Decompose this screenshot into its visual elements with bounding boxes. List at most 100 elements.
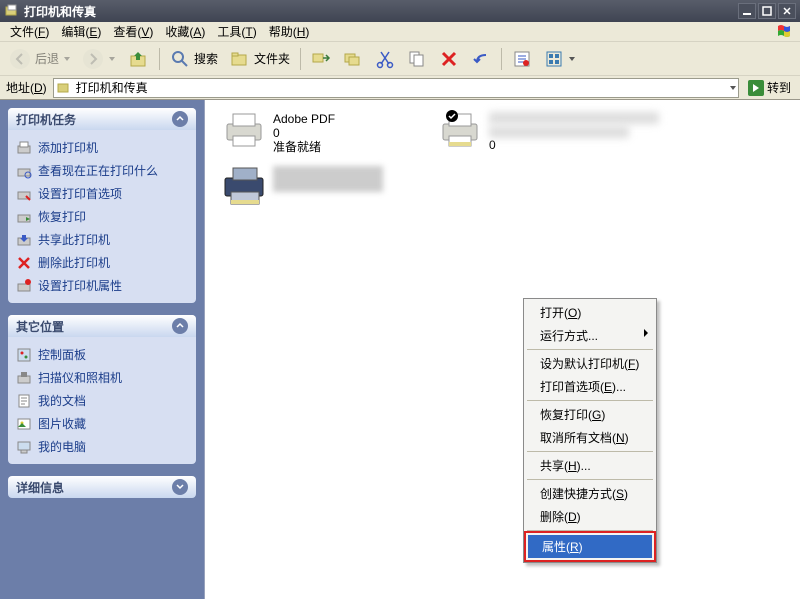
- menu-tools[interactable]: 工具(T): [211, 21, 262, 42]
- search-button[interactable]: 搜索: [165, 46, 223, 72]
- printer-item[interactable]: Adobe PDF 0 准备就绪: [223, 112, 335, 154]
- panel-title: 详细信息: [16, 479, 64, 496]
- undo-button[interactable]: [466, 46, 496, 72]
- forward-button: [77, 46, 120, 72]
- address-label: 地址(D): [4, 79, 49, 96]
- delete-button[interactable]: [434, 46, 464, 72]
- panel-printer-tasks: 打印机任务 添加打印机 查看现在正在打印什么 设置打印首选项 恢复打印 共享此打…: [8, 108, 196, 303]
- highlight-box: 属性(R): [524, 531, 656, 562]
- chevron-down-icon: [569, 57, 575, 61]
- folders-button[interactable]: 文件夹: [225, 46, 295, 72]
- place-pictures[interactable]: 图片收藏: [16, 412, 188, 435]
- printer-status: 准备就绪: [273, 140, 335, 154]
- panel-title: 打印机任务: [16, 111, 76, 128]
- cut-button[interactable]: [370, 46, 400, 72]
- toolbar: 后退 搜索 文件夹: [0, 42, 800, 76]
- place-control-panel[interactable]: 控制面板: [16, 343, 188, 366]
- back-label: 后退: [35, 50, 59, 67]
- printer-meta: XXXXXXXXXXXXXX XXXX 0: [489, 112, 659, 152]
- chevron-down-icon: [109, 57, 115, 61]
- expand-icon: [172, 479, 188, 495]
- printer-count: 0: [273, 126, 335, 140]
- close-button[interactable]: [778, 3, 796, 19]
- separator: [527, 349, 653, 350]
- separator: [501, 48, 502, 70]
- menu-bar: 文件(F) 编辑(E) 查看(V) 收藏(A) 工具(T) 帮助(H): [0, 22, 800, 42]
- ctx-open[interactable]: 打开(O): [526, 301, 654, 324]
- printer-item-selected[interactable]: XXXXX: [223, 166, 403, 192]
- address-bar: 地址(D) 打印机和传真 转到: [0, 76, 800, 100]
- separator: [159, 48, 160, 70]
- content-area: 打印机任务 添加打印机 查看现在正在打印什么 设置打印首选项 恢复打印 共享此打…: [0, 100, 800, 599]
- ctx-properties[interactable]: 属性(R): [528, 535, 652, 558]
- collapse-icon: [172, 111, 188, 127]
- ctx-preferences[interactable]: 打印首选项(E)...: [526, 375, 654, 398]
- place-documents[interactable]: 我的文档: [16, 389, 188, 412]
- printer-item-default[interactable]: XXXXXXXXXXXXXX XXXX 0: [439, 112, 659, 152]
- windows-flag-icon: [776, 23, 796, 44]
- printer-meta: Adobe PDF 0 准备就绪: [273, 112, 335, 154]
- panel-head-other[interactable]: 其它位置: [8, 315, 196, 337]
- task-add-printer[interactable]: 添加打印机: [16, 136, 188, 159]
- address-path: 打印机和传真: [76, 79, 726, 96]
- ctx-set-default[interactable]: 设为默认打印机(F): [526, 352, 654, 375]
- separator: [300, 48, 301, 70]
- printer-name: XXXXXXXXXXXXXX: [489, 112, 659, 124]
- printer-icon: [223, 166, 265, 202]
- move-to-button[interactable]: [306, 46, 336, 72]
- ctx-resume[interactable]: 恢复打印(G): [526, 403, 654, 426]
- submenu-arrow-icon: [644, 329, 648, 337]
- main-pane[interactable]: Adobe PDF 0 准备就绪 XXXXXXXXXXXXXX XXXX 0 X…: [204, 100, 800, 599]
- context-menu: 打开(O) 运行方式... 设为默认打印机(F) 打印首选项(E)... 恢复打…: [523, 298, 657, 563]
- ctx-cancel-all[interactable]: 取消所有文档(N): [526, 426, 654, 449]
- properties-button[interactable]: [507, 46, 537, 72]
- printer-icon: [223, 112, 265, 148]
- ctx-delete[interactable]: 删除(D): [526, 505, 654, 528]
- default-badge-icon: [446, 110, 458, 122]
- separator: [527, 400, 653, 401]
- task-preferences[interactable]: 设置打印首选项: [16, 182, 188, 205]
- address-input[interactable]: 打印机和传真: [53, 78, 739, 98]
- menu-edit[interactable]: 编辑(E): [55, 21, 107, 42]
- task-delete[interactable]: 删除此打印机: [16, 251, 188, 274]
- menu-help[interactable]: 帮助(H): [263, 21, 316, 42]
- copy-button[interactable]: [402, 46, 432, 72]
- printer-name: Adobe PDF: [273, 112, 335, 126]
- panel-head-tasks[interactable]: 打印机任务: [8, 108, 196, 130]
- panel-body: 添加打印机 查看现在正在打印什么 设置打印首选项 恢复打印 共享此打印机 删除此…: [8, 130, 196, 303]
- ctx-share[interactable]: 共享(H)...: [526, 454, 654, 477]
- maximize-button[interactable]: [758, 3, 776, 19]
- copy-to-button[interactable]: [338, 46, 368, 72]
- printer-detail: XXXX: [489, 126, 629, 138]
- search-label: 搜索: [194, 50, 218, 67]
- task-view-queue[interactable]: 查看现在正在打印什么: [16, 159, 188, 182]
- menu-favorites[interactable]: 收藏(A): [159, 21, 211, 42]
- printer-folder-icon: [56, 80, 72, 96]
- minimize-button[interactable]: [738, 3, 756, 19]
- panel-head-details[interactable]: 详细信息: [8, 476, 196, 498]
- sidebar: 打印机任务 添加打印机 查看现在正在打印什么 设置打印首选项 恢复打印 共享此打…: [0, 100, 204, 599]
- folders-label: 文件夹: [254, 50, 290, 67]
- go-button[interactable]: 转到: [743, 78, 796, 98]
- separator: [527, 451, 653, 452]
- place-scanners[interactable]: 扫描仪和照相机: [16, 366, 188, 389]
- ctx-runas[interactable]: 运行方式...: [526, 324, 654, 347]
- task-properties[interactable]: 设置打印机属性: [16, 274, 188, 297]
- printer-name-selected: XXXXX: [273, 166, 383, 192]
- place-computer[interactable]: 我的电脑: [16, 435, 188, 458]
- ctx-shortcut[interactable]: 创建快捷方式(S): [526, 482, 654, 505]
- collapse-icon: [172, 318, 188, 334]
- go-label: 转到: [767, 79, 791, 96]
- chevron-down-icon[interactable]: [730, 86, 736, 90]
- up-button[interactable]: [122, 46, 154, 72]
- task-share[interactable]: 共享此打印机: [16, 228, 188, 251]
- task-resume[interactable]: 恢复打印: [16, 205, 188, 228]
- views-button[interactable]: [539, 46, 580, 72]
- printer-icon: [439, 112, 481, 148]
- printer-count: 0: [489, 138, 659, 152]
- window-icon: [4, 3, 20, 19]
- panel-title: 其它位置: [16, 318, 64, 335]
- menu-file[interactable]: 文件(F): [4, 21, 55, 42]
- back-button: 后退: [4, 46, 75, 72]
- menu-view[interactable]: 查看(V): [107, 21, 159, 42]
